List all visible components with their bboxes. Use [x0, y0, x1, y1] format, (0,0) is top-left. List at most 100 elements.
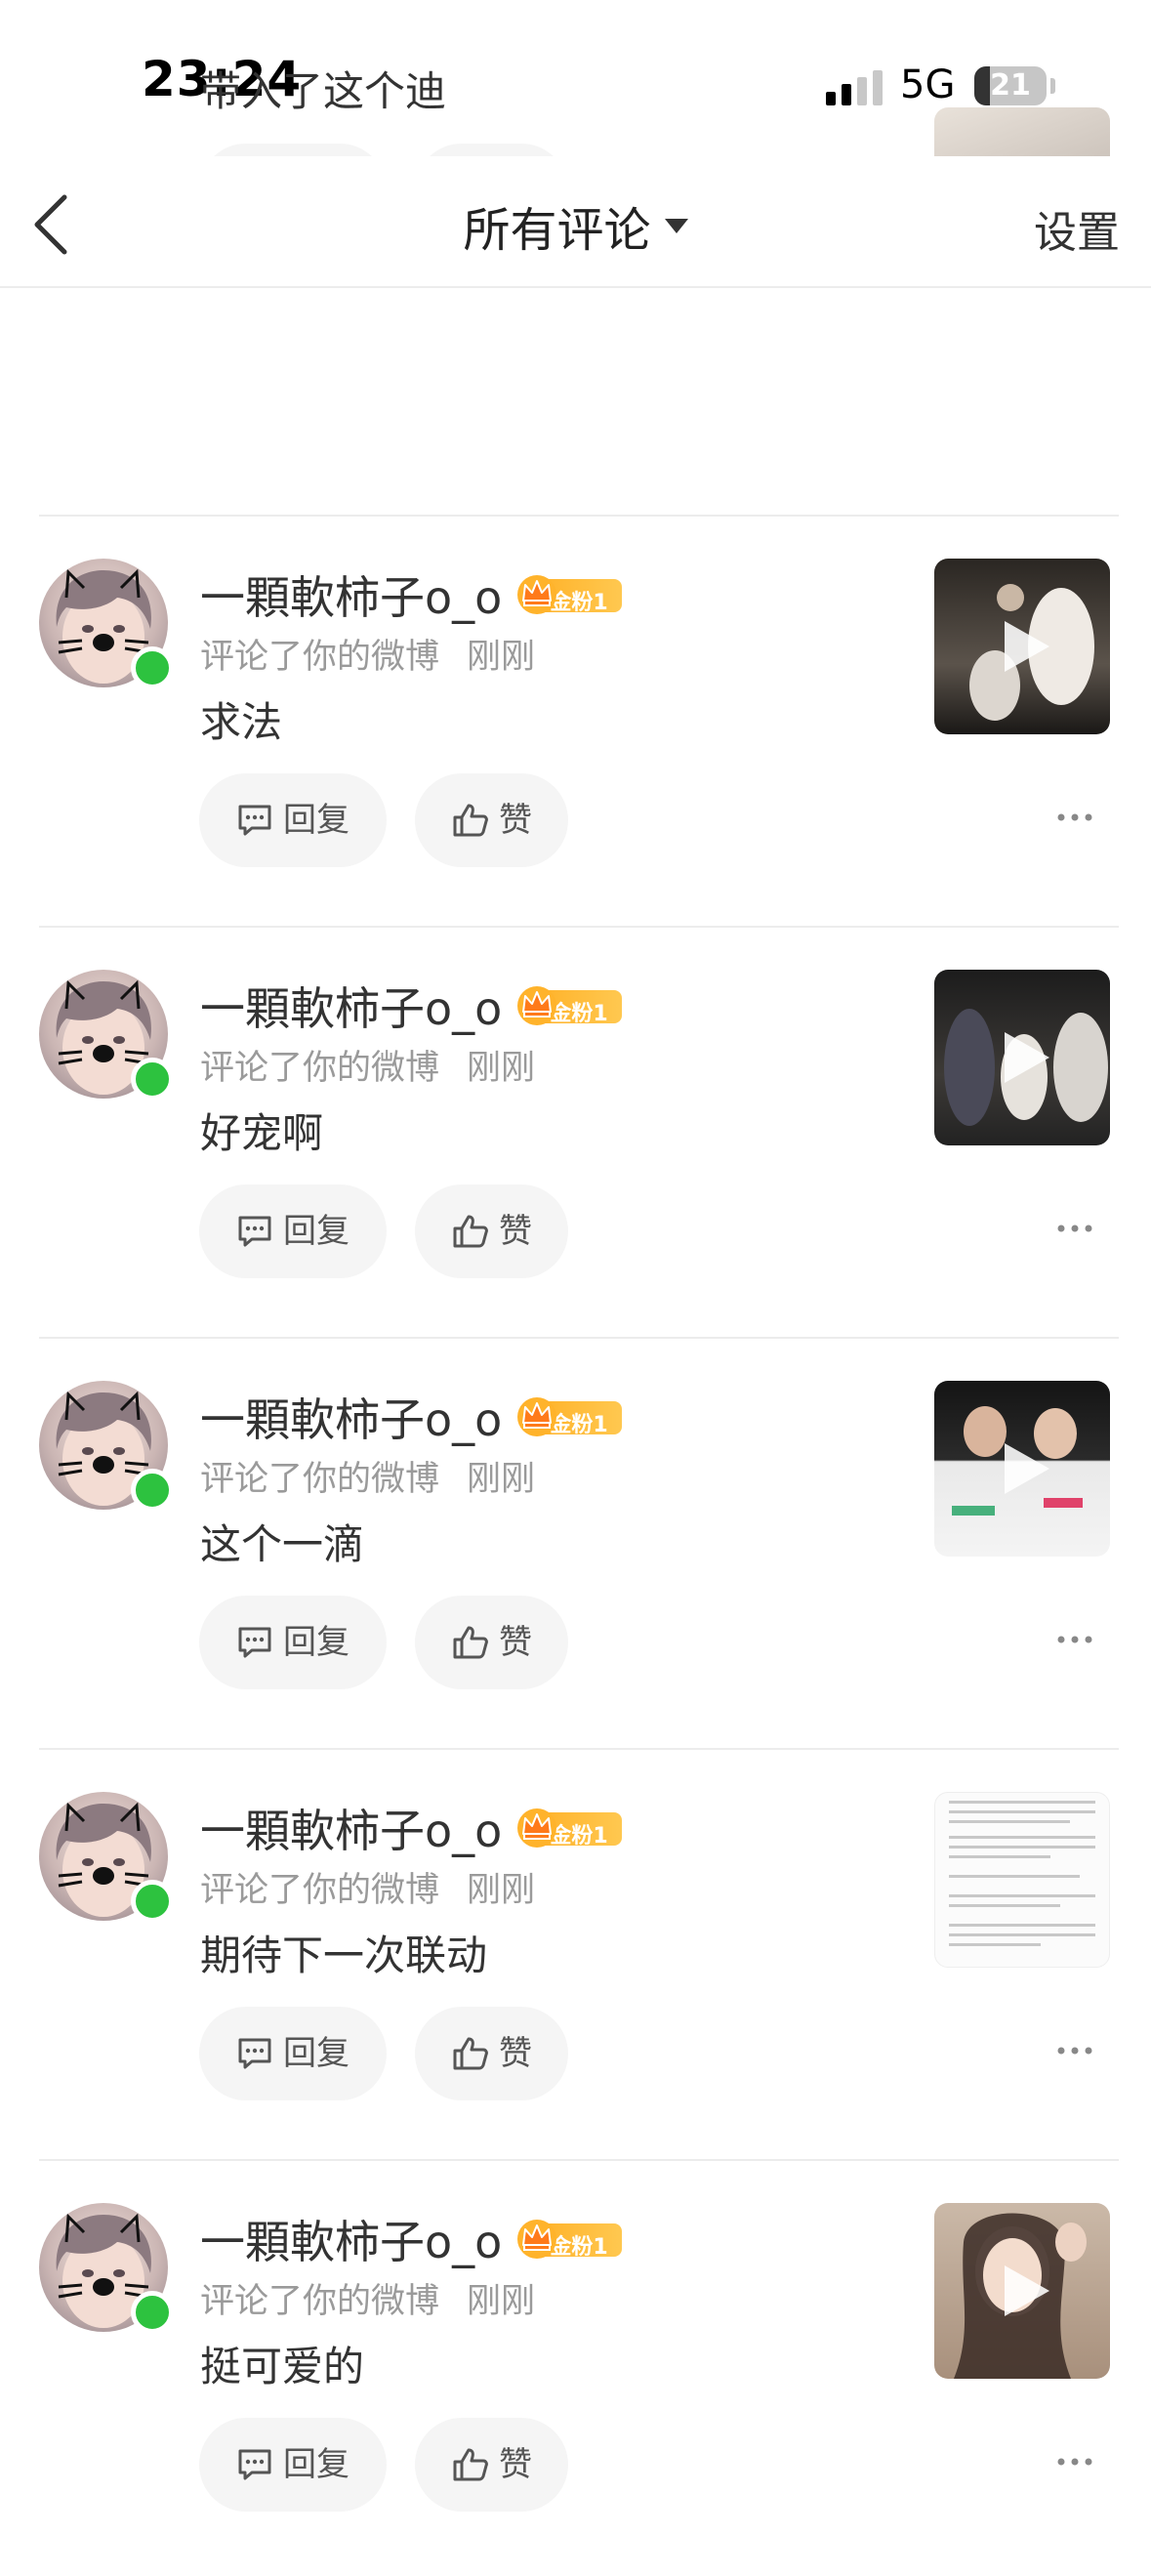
divider [39, 926, 1119, 928]
comment-list[interactable]: 带入了这个迪 回复 赞 一顆軟柿子o_o 金粉1 评论了你的微博刚刚 求法 [0, 0, 1151, 2512]
thumbs-up-icon [452, 2447, 489, 2482]
username[interactable]: 一顆軟柿子o_o [200, 982, 502, 1035]
text-line [949, 1810, 1095, 1813]
crown-icon [514, 1805, 559, 1849]
online-status-dot [131, 1469, 174, 1512]
comment-time: 刚刚 [467, 638, 536, 677]
action-text: 评论了你的微博 [200, 2282, 440, 2321]
more-options-icon[interactable] [1056, 2046, 1093, 2056]
list-item[interactable]: 一顆軟柿子o_o 金粉1 评论了你的微博 刚刚 好宠啊 回复 赞 [0, 933, 1151, 1343]
list-item[interactable]: 一顆軟柿子o_o 金粉1 评论了你的微博 刚刚 挺可爱的 回复 赞 [0, 2166, 1151, 2576]
comment-meta: 评论了你的微博 刚刚 [200, 1451, 535, 1501]
fan-badge[interactable]: 金粉1 [514, 2220, 624, 2260]
reply-button[interactable]: 回复 [199, 2418, 387, 2512]
reply-icon [236, 803, 273, 838]
thumbs-up-icon [452, 2036, 489, 2071]
reply-label: 回复 [283, 1212, 349, 1251]
reply-label: 回复 [283, 2445, 349, 2484]
username[interactable]: 一顆軟柿子o_o [200, 1393, 502, 1446]
reply-label: 回复 [283, 2034, 349, 2073]
video-thumbnail[interactable] [934, 1381, 1110, 1557]
like-label: 赞 [499, 1623, 532, 1662]
nav-bar: 所有评论 设置 [0, 156, 1151, 288]
list-item[interactable]: 一顆軟柿子o_o 金粉1 评论了你的微博 刚刚 这个一滴 回复 赞 [0, 1344, 1151, 1754]
like-button[interactable]: 赞 [415, 2418, 568, 2512]
text-line [949, 1933, 1095, 1936]
fan-badge[interactable]: 金粉1 [514, 1397, 624, 1437]
action-text: 评论了你的微博 [200, 1049, 440, 1088]
like-button[interactable]: 赞 [415, 2007, 568, 2100]
user-row: 一顆軟柿子o_o 金粉1 [200, 2207, 624, 2268]
text-line [949, 1846, 1095, 1849]
like-button[interactable]: 赞 [415, 1596, 568, 1689]
reply-icon [236, 2447, 273, 2482]
text-line [949, 1894, 1095, 1897]
fan-badge[interactable]: 金粉1 [514, 575, 624, 615]
crown-icon [514, 982, 559, 1027]
video-thumbnail[interactable] [934, 559, 1110, 734]
more-options-icon[interactable] [1056, 812, 1093, 822]
comment-meta: 评论了你的微博 刚刚 [200, 629, 535, 679]
more-options-icon[interactable] [1056, 2457, 1093, 2467]
text-line [949, 1820, 1070, 1823]
reply-icon [236, 1214, 273, 1249]
comment-text: 带入了这个迪 [200, 67, 447, 115]
reply-button[interactable]: 回复 [199, 2007, 387, 2100]
text-line [949, 1801, 1095, 1804]
divider [39, 2159, 1119, 2161]
thumbs-up-icon [452, 803, 489, 838]
reply-button[interactable]: 回复 [199, 1184, 387, 1278]
like-button[interactable]: 赞 [415, 773, 568, 867]
reply-icon [236, 1625, 273, 1660]
username[interactable]: 一顆軟柿子o_o [200, 571, 502, 624]
action-text: 评论了你的微博 [200, 638, 440, 677]
comment-meta: 评论了你的微博 刚刚 [200, 1862, 535, 1912]
online-status-dot [131, 2291, 174, 2334]
nav-title-dropdown[interactable]: 所有评论 [0, 191, 1151, 260]
play-icon [999, 617, 1053, 676]
caret-down-icon[interactable] [664, 218, 688, 233]
text-line [949, 1875, 1080, 1878]
settings-button[interactable]: 设置 [1034, 197, 1120, 260]
user-row: 一顆軟柿子o_o 金粉1 [200, 974, 624, 1035]
play-icon [999, 1028, 1053, 1087]
list-item[interactable]: 一顆軟柿子o_o 金粉1 评论了你的微博 刚刚 期待下一次联动 回复 赞 [0, 1755, 1151, 2165]
reply-button[interactable]: 回复 [199, 1596, 387, 1689]
comment-text: 期待下一次联动 [200, 1932, 488, 1979]
more-options-icon[interactable] [1056, 1635, 1093, 1644]
play-icon [999, 1439, 1053, 1498]
fan-badge[interactable]: 金粉1 [514, 986, 624, 1026]
user-row: 一顆軟柿子o_o 金粉1 [200, 562, 624, 624]
fan-badge[interactable]: 金粉1 [514, 1805, 624, 1849]
divider [39, 1337, 1119, 1339]
user-row: 一顆軟柿子o_o 金粉1 [200, 1796, 624, 1857]
like-label: 赞 [499, 801, 532, 840]
action-text: 评论了你的微博 [200, 1871, 440, 1910]
crown-icon [514, 571, 559, 616]
username[interactable]: 一顆軟柿子o_o [200, 2216, 502, 2268]
reply-label: 回复 [283, 801, 349, 840]
online-status-dot [131, 1058, 174, 1101]
crown-icon [514, 1393, 559, 1438]
like-label: 赞 [499, 1212, 532, 1251]
comment-text: 这个一滴 [200, 1520, 365, 1568]
more-options-icon[interactable] [1056, 1224, 1093, 1233]
divider [39, 1748, 1119, 1750]
divider [39, 515, 1119, 517]
video-thumbnail[interactable] [934, 2203, 1110, 2379]
comment-time: 刚刚 [467, 1871, 536, 1910]
text-line [949, 1924, 1095, 1927]
reply-icon [236, 2036, 273, 2071]
list-item[interactable]: 一顆軟柿子o_o 金粉1 评论了你的微博 刚刚 求法 回复 赞 [0, 521, 1151, 932]
comment-time: 刚刚 [467, 1049, 536, 1088]
video-thumbnail[interactable] [934, 970, 1110, 1145]
online-status-dot [131, 1880, 174, 1923]
reply-label: 回复 [283, 1623, 349, 1662]
reply-button[interactable]: 回复 [199, 773, 387, 867]
like-label: 赞 [499, 2034, 532, 2073]
like-button[interactable]: 赞 [415, 1184, 568, 1278]
text-post-thumbnail[interactable] [934, 1792, 1110, 1968]
username[interactable]: 一顆軟柿子o_o [200, 1805, 502, 1857]
online-status-dot [131, 646, 174, 689]
page-title[interactable]: 所有评论 [463, 203, 650, 258]
